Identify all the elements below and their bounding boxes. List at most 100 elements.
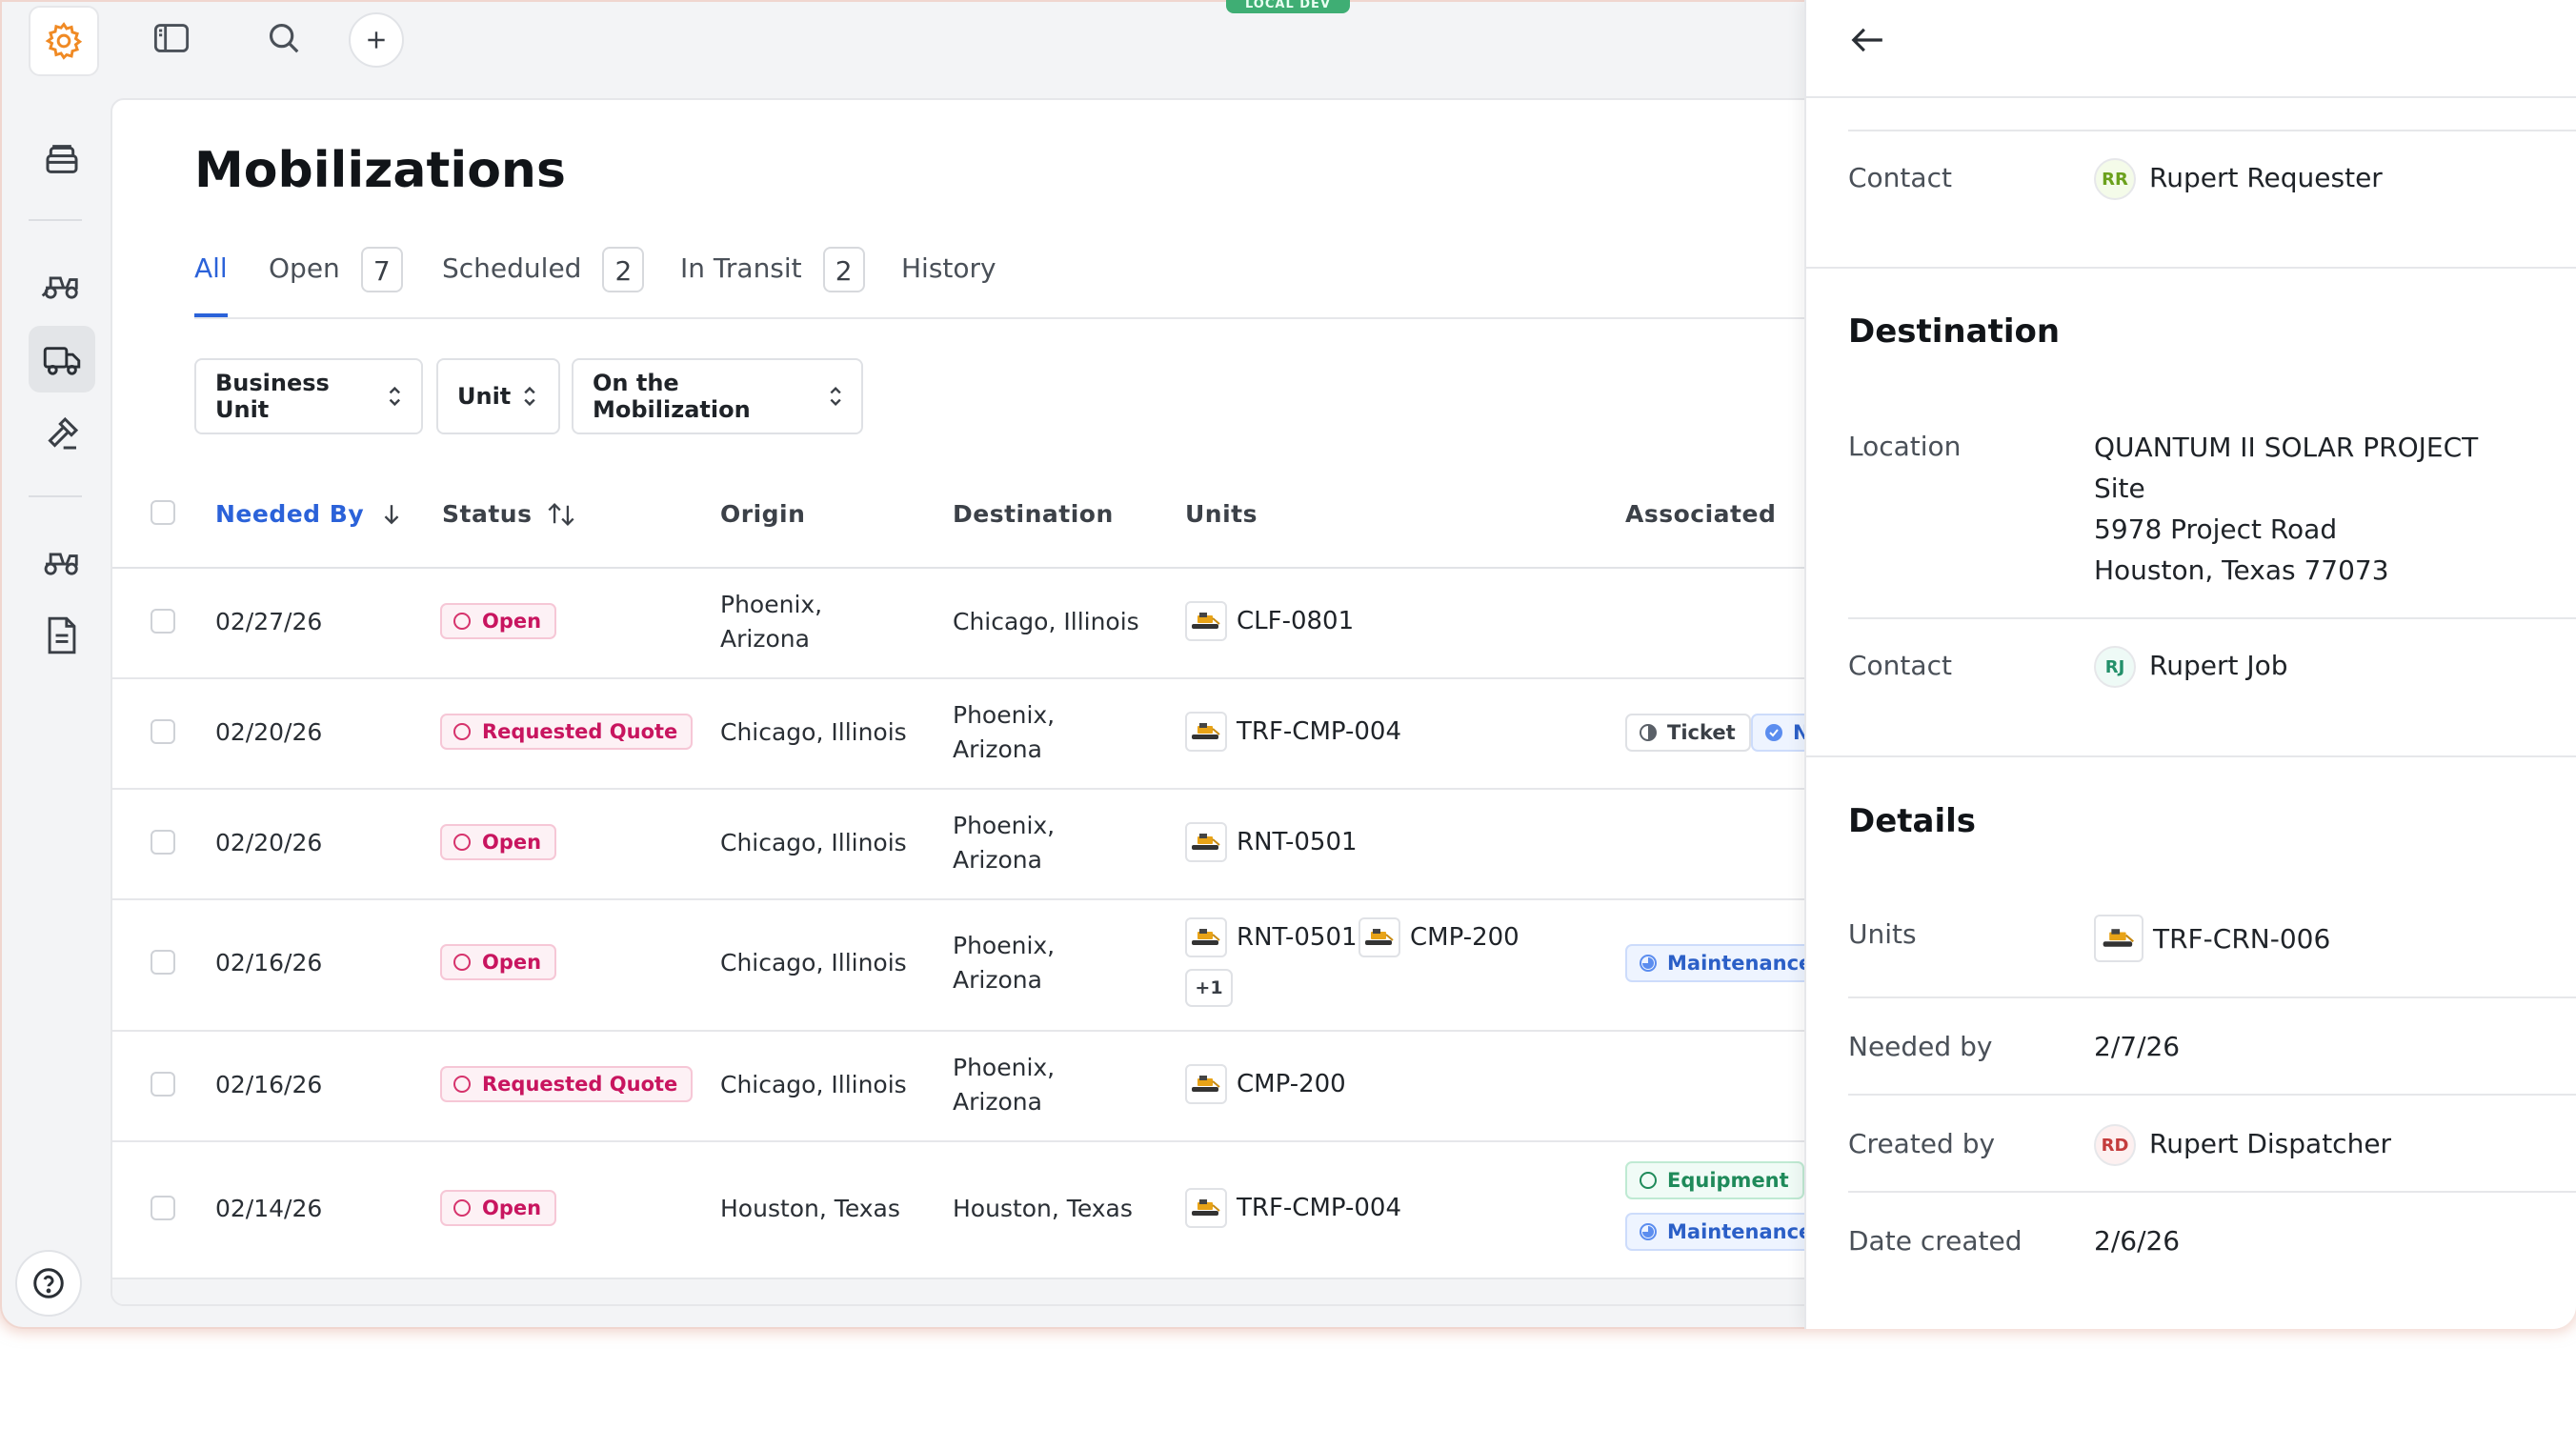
associated-maintenance-badge[interactable]: Maintenance [1625, 1213, 1828, 1251]
column-label: Units [1185, 500, 1258, 528]
associated-equipment-badge[interactable]: Equipment [1625, 1161, 1804, 1199]
row-divider [1848, 1094, 2576, 1096]
sidebar-divider [29, 495, 82, 497]
tab-in-transit[interactable]: In Transit 2 [680, 241, 865, 315]
unit-chip[interactable]: RNT-0501 [1185, 822, 1358, 862]
needed-by-cell: 02/16/26 [215, 949, 323, 976]
more-units-chip[interactable]: +1 [1185, 969, 1233, 1007]
tab-all[interactable]: All [194, 241, 228, 317]
sidebar-item-auctions[interactable] [29, 400, 95, 467]
destination-cell: Houston, Texas [953, 1195, 1133, 1222]
origin-cell: Chicago, Illinois [720, 718, 907, 746]
unit-chip[interactable]: TRF-CMP-004 [1185, 712, 1401, 752]
truck-icon [43, 347, 81, 375]
unit-chip[interactable]: CMP-200 [1358, 917, 1519, 957]
destination-section-title: Destination [1848, 312, 2061, 351]
section-divider [1806, 267, 2576, 269]
search-icon[interactable] [257, 11, 311, 65]
address-line: QUANTUM II SOLAR PROJECT [2094, 432, 2479, 463]
origin-contact-name[interactable]: Rupert Requester [2149, 162, 2383, 193]
origin-cell: Houston, Texas [720, 1195, 900, 1222]
unit-label: RNT-0501 [1237, 923, 1358, 952]
column-label: Status [442, 500, 533, 528]
help-icon [33, 1268, 64, 1298]
column-origin[interactable]: Origin [720, 500, 805, 528]
status-label: Open [482, 951, 542, 974]
column-status[interactable]: Status [442, 500, 575, 528]
destination-cell: Phoenix, Arizona [953, 1051, 1055, 1119]
units-label: Units [1848, 918, 1917, 950]
tab-count: 2 [602, 247, 645, 292]
unit-chip[interactable]: TRF-CMP-004 [1185, 1188, 1401, 1228]
table-row[interactable]: 02/20/26 Open Chicago, Illinois Phoenix,… [112, 788, 1922, 900]
row-checkbox[interactable] [151, 719, 175, 744]
table-row[interactable]: 02/16/26 Requested Quote Chicago, Illino… [112, 1030, 1922, 1142]
row-checkbox[interactable] [151, 830, 175, 855]
badge-label: Maintenance [1667, 952, 1813, 975]
status-badge: Open [440, 1190, 557, 1226]
unit-chip[interactable]: CLF-0801 [1185, 601, 1354, 641]
sidebar-item-inventory[interactable] [29, 126, 95, 192]
needed-by-cell: 02/20/26 [215, 718, 323, 746]
row-checkbox[interactable] [151, 1072, 175, 1097]
business-unit-filter[interactable]: Business Unit [194, 358, 423, 434]
tab-label: Open [269, 252, 340, 284]
tab-open[interactable]: Open 7 [269, 241, 403, 315]
created-by-label: Created by [1848, 1128, 1996, 1159]
unit-label: CLF-0801 [1237, 607, 1355, 635]
destination-contact-label: Contact [1848, 650, 1952, 681]
origin-cell: Chicago, Illinois [720, 1071, 907, 1098]
equipment-thumbnail-icon [1185, 1064, 1227, 1104]
add-button[interactable] [349, 12, 404, 68]
column-needed-by[interactable]: Needed By [215, 500, 402, 528]
tab-scheduled[interactable]: Scheduled 2 [442, 241, 645, 315]
status-badge: Open [440, 824, 557, 860]
unit-chip[interactable]: CMP-200 [1185, 1064, 1346, 1104]
table-row[interactable]: 02/14/26 Open Houston, Texas Houston, Te… [112, 1140, 1922, 1279]
app-logo[interactable] [29, 6, 99, 76]
table-row[interactable]: 02/27/26 Open Phoenix, Arizona Chicago, I… [112, 567, 1922, 679]
created-by-name[interactable]: Rupert Dispatcher [2149, 1128, 2391, 1159]
associated-ticket-badge[interactable]: Ticket [1625, 714, 1751, 752]
section-divider [1806, 755, 2576, 757]
sidebar-item-rentals[interactable] [29, 526, 95, 593]
sidebar-toggle-icon[interactable] [145, 11, 198, 65]
table-row[interactable]: 02/16/26 Open Chicago, Illinois Phoenix,… [112, 898, 1922, 1032]
back-button[interactable] [1846, 19, 1888, 61]
tab-label: History [901, 252, 996, 284]
needed-by-cell: 02/27/26 [215, 608, 323, 635]
badge-label: Equipment [1667, 1169, 1789, 1192]
row-checkbox[interactable] [151, 609, 175, 634]
on-mobilization-filter[interactable]: On the Mobilization [572, 358, 863, 434]
row-checkbox[interactable] [151, 1196, 175, 1220]
unit-chip[interactable]: TRF-CRN-006 [2094, 915, 2330, 962]
help-button[interactable] [15, 1250, 82, 1317]
column-label: Origin [720, 500, 806, 528]
sidebar-item-equipment[interactable] [29, 250, 95, 316]
mobilization-detail-panel: Contact RR Rupert Requester Destination … [1804, 0, 2576, 1329]
unit-filter[interactable]: Unit [436, 358, 560, 434]
column-associated[interactable]: Associated [1625, 500, 1776, 528]
destination-contact-name[interactable]: Rupert Job [2149, 650, 2288, 681]
sidebar-item-mobilizations[interactable] [29, 326, 95, 392]
unit-chip[interactable]: RNT-0501 [1185, 917, 1358, 957]
select-all-checkbox[interactable] [151, 500, 175, 525]
tab-history[interactable]: History [901, 241, 996, 315]
open-status-icon [453, 834, 471, 851]
tab-label: Scheduled [442, 252, 582, 284]
associated-maintenance-badge[interactable]: Maintenance [1625, 944, 1828, 982]
status-badge: Open [440, 944, 557, 980]
destination-line: Arizona [953, 846, 1042, 874]
column-destination[interactable]: Destination [953, 500, 1114, 528]
sidebar-item-documents[interactable] [29, 602, 95, 669]
stack-icon [46, 145, 78, 173]
equipment-thumbnail-icon [1185, 712, 1227, 752]
filter-label: Business Unit [215, 370, 330, 423]
environment-tag: LOCAL DEV [1226, 0, 1350, 13]
table-row[interactable]: 02/20/26 Requested Quote Chicago, Illino… [112, 677, 1922, 790]
unit-label: TRF-CMP-004 [1237, 1194, 1401, 1222]
column-units[interactable]: Units [1185, 500, 1258, 528]
badge-label: Ticket [1667, 721, 1736, 744]
row-checkbox[interactable] [151, 950, 175, 975]
status-badge: Requested Quote [440, 1066, 694, 1102]
